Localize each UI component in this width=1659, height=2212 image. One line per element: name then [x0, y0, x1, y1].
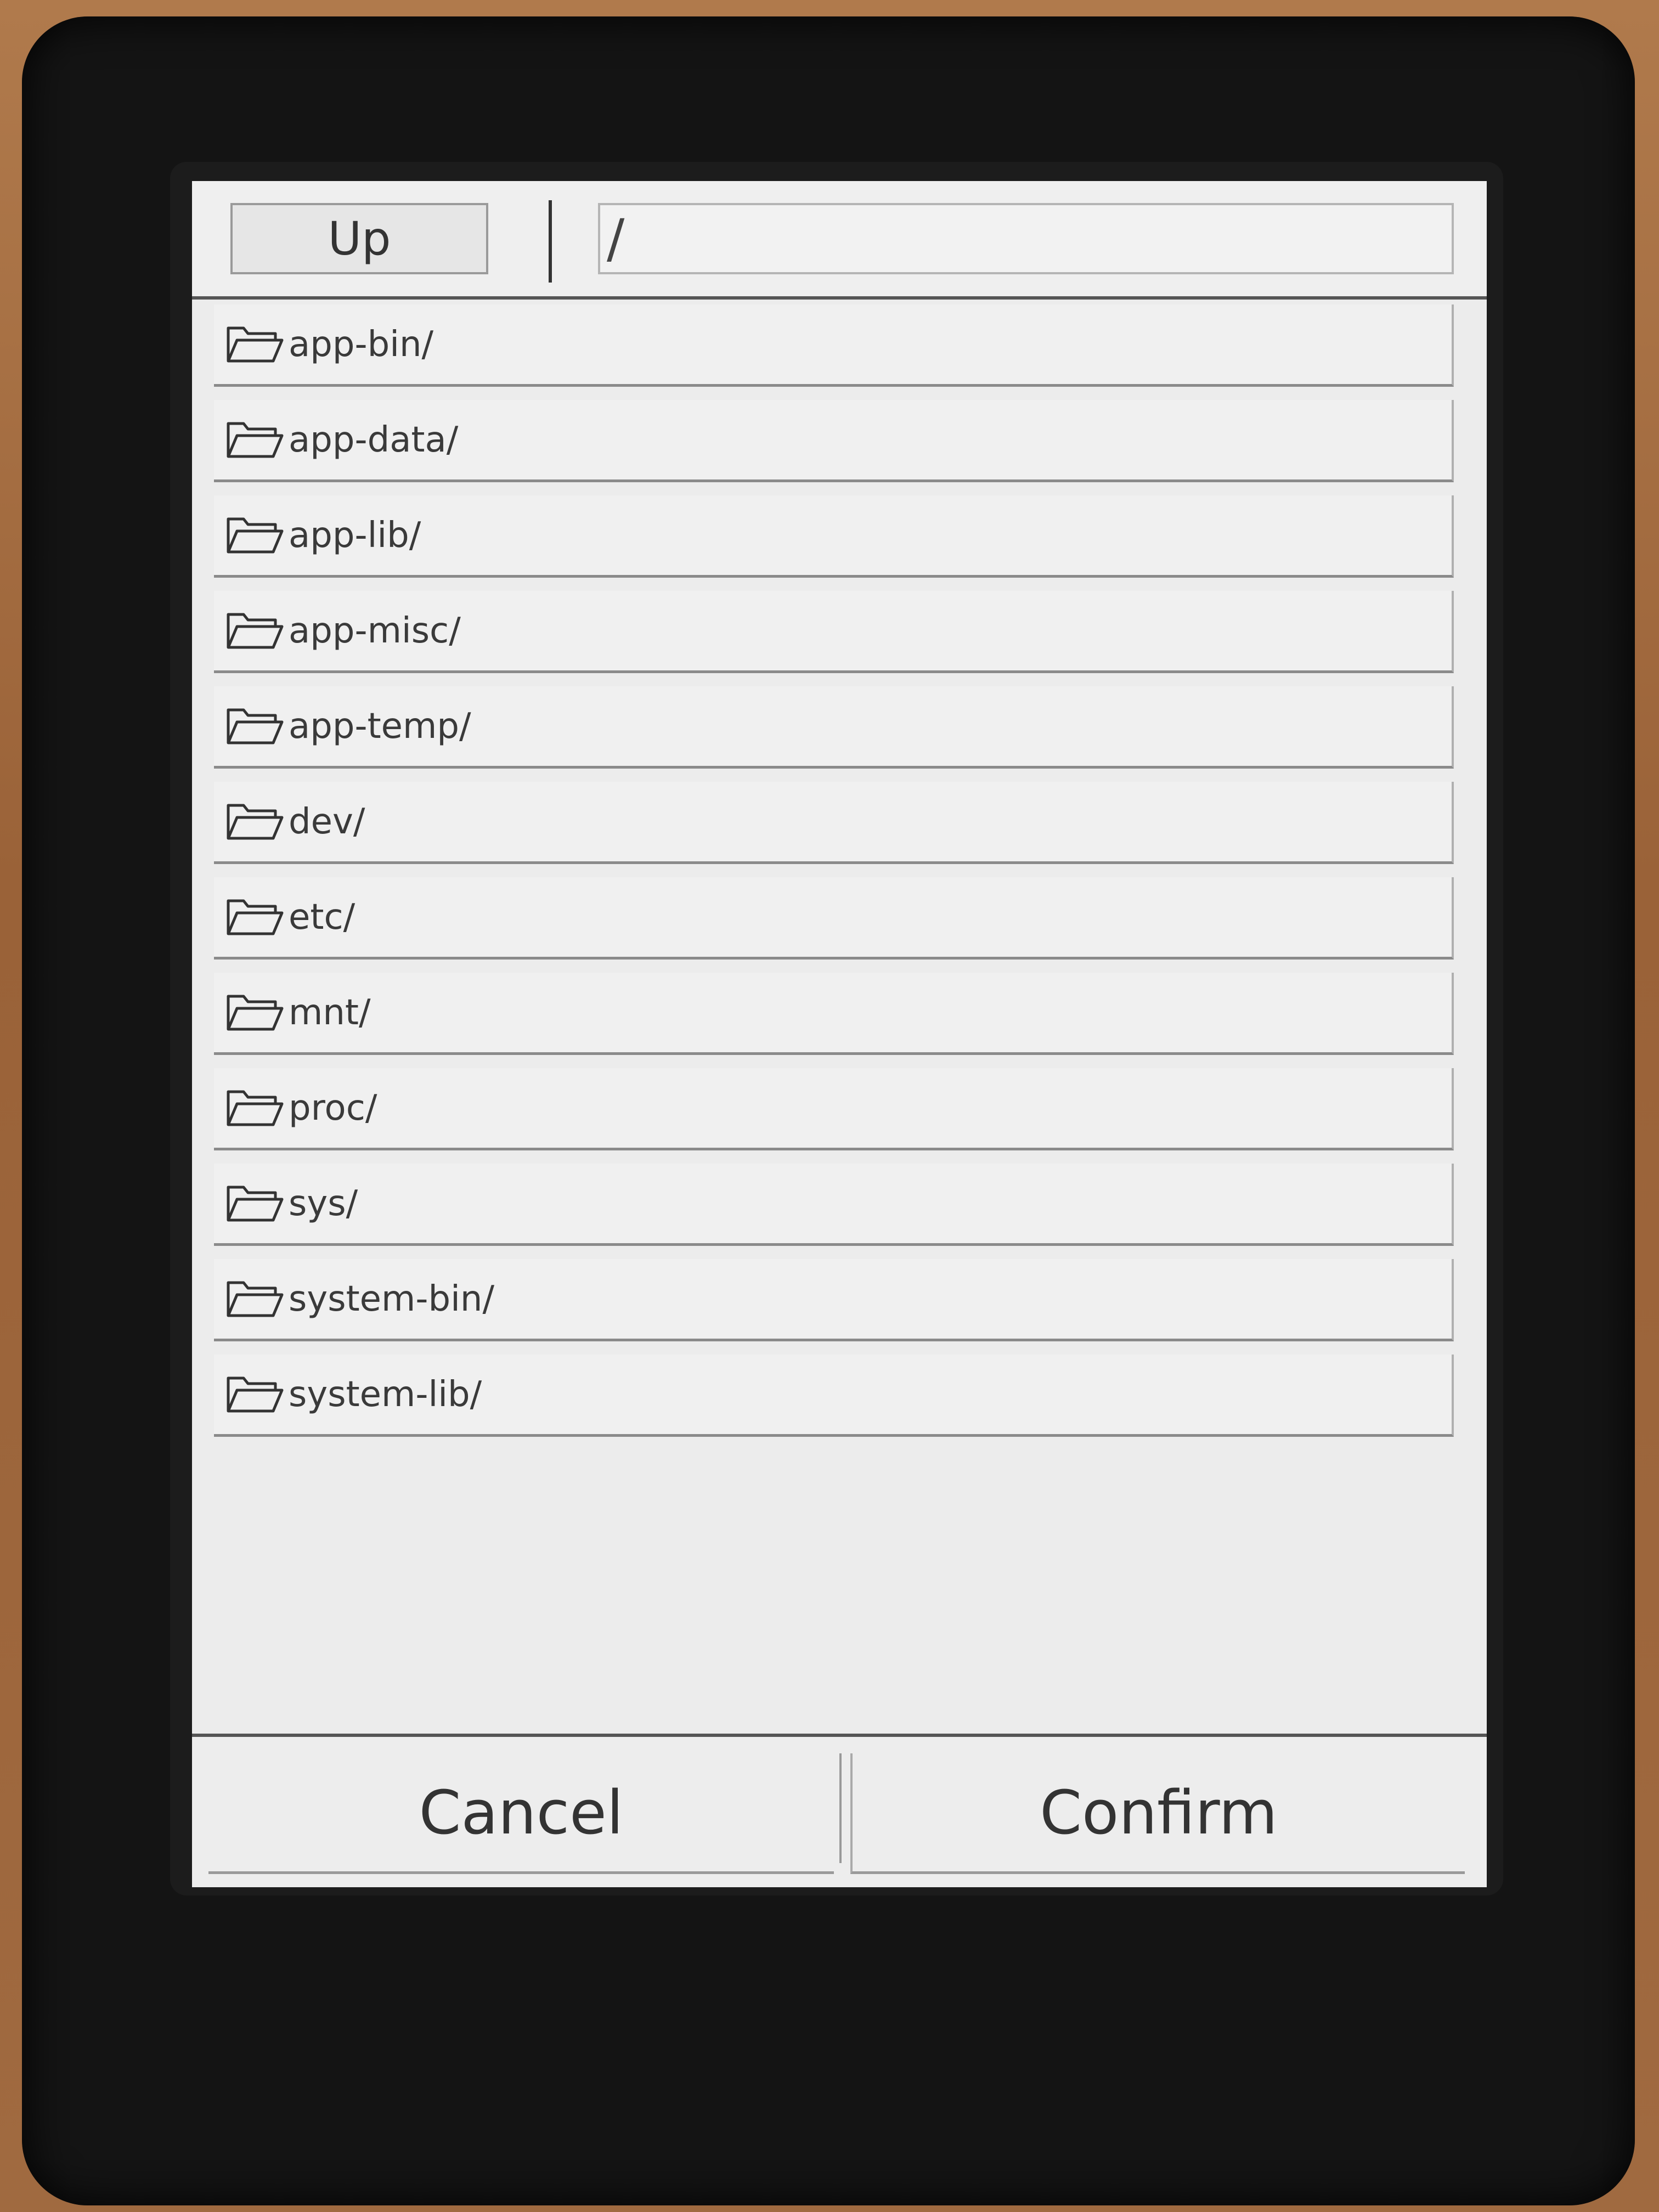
list-item[interactable]: system-bin/	[214, 1259, 1454, 1341]
path-header: Up /	[192, 181, 1487, 300]
folder-icon	[227, 326, 284, 362]
list-item-label: sys/	[289, 1183, 358, 1224]
list-item[interactable]: dev/	[214, 782, 1454, 864]
footer-divider	[839, 1753, 842, 1863]
list-item-label: mnt/	[289, 992, 371, 1033]
list-item-label: app-bin/	[289, 324, 434, 365]
list-item[interactable]: app-temp/	[214, 686, 1454, 769]
list-item-label: app-lib/	[289, 515, 421, 556]
list-item[interactable]: etc/	[214, 877, 1454, 960]
list-item-label: system-lib/	[289, 1374, 482, 1415]
dialog-footer: Cancel Confirm	[192, 1734, 1487, 1887]
folder-icon	[227, 708, 284, 744]
header-divider	[549, 200, 552, 283]
list-item-label: dev/	[289, 801, 365, 842]
list-item-label: proc/	[289, 1087, 377, 1128]
cancel-button[interactable]: Cancel	[208, 1753, 834, 1874]
folder-icon	[227, 517, 284, 553]
list-item[interactable]: app-lib/	[214, 495, 1454, 578]
folder-icon	[227, 613, 284, 648]
list-item[interactable]: mnt/	[214, 973, 1454, 1055]
folder-icon	[227, 804, 284, 839]
directory-list: app-bin/ app-data/ app-lib/ app-misc/ ap…	[214, 304, 1454, 1450]
list-item[interactable]: app-data/	[214, 400, 1454, 482]
folder-icon	[227, 422, 284, 458]
list-item[interactable]: app-bin/	[214, 304, 1454, 387]
file-chooser-screen: Up / app-bin/ app-data/ app-lib/ app-mis…	[192, 181, 1487, 1887]
list-item[interactable]: app-misc/	[214, 591, 1454, 673]
folder-icon	[227, 1186, 284, 1221]
folder-icon	[227, 1281, 284, 1317]
folder-icon	[227, 899, 284, 935]
list-item-label: system-bin/	[289, 1278, 494, 1319]
folder-icon	[227, 1376, 284, 1412]
list-item[interactable]: proc/	[214, 1068, 1454, 1150]
confirm-button[interactable]: Confirm	[850, 1753, 1465, 1874]
list-item-label: etc/	[289, 896, 356, 938]
list-item-label: app-temp/	[289, 706, 471, 747]
list-item[interactable]: system-lib/	[214, 1355, 1454, 1437]
list-item[interactable]: sys/	[214, 1164, 1454, 1246]
up-button[interactable]: Up	[230, 203, 488, 274]
list-item-label: app-misc/	[289, 610, 461, 651]
path-field[interactable]: /	[598, 203, 1454, 274]
list-item-label: app-data/	[289, 419, 459, 460]
folder-icon	[227, 995, 284, 1030]
folder-icon	[227, 1090, 284, 1126]
